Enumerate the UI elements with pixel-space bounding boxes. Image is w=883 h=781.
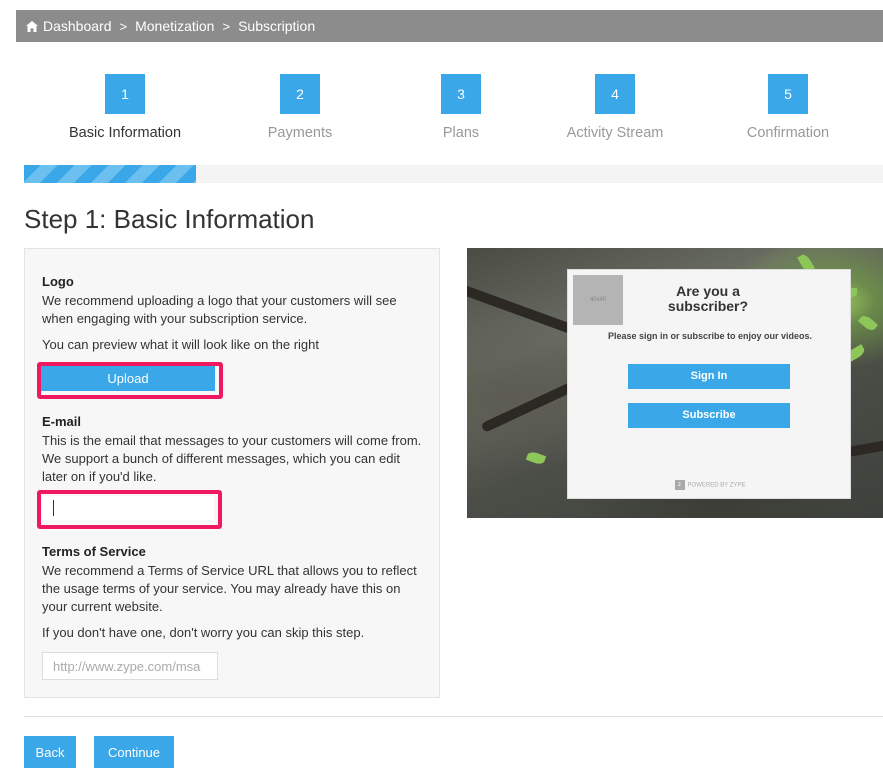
step-number: 5 <box>768 74 808 114</box>
sign-in-button[interactable]: Sign In <box>628 364 790 389</box>
upload-button[interactable]: Upload <box>41 366 215 391</box>
email-input[interactable] <box>42 496 214 520</box>
logo-section: Logo We recommend uploading a logo that … <box>42 274 427 354</box>
powered-by: z POWERED BY ZYPE <box>568 480 852 490</box>
step-1[interactable]: 1 Basic Information <box>45 74 205 141</box>
tos-title: Terms of Service <box>42 544 146 559</box>
breadcrumb-monetization[interactable]: Monetization <box>135 18 214 34</box>
step-number: 3 <box>441 74 481 114</box>
zype-logo-icon: z <box>674 480 685 490</box>
tos-note: If you don't have one, don't worry you c… <box>42 625 365 640</box>
step-2[interactable]: 2 Payments <box>220 74 380 141</box>
back-button[interactable]: Back <box>24 736 76 768</box>
breadcrumb-subscription: Subscription <box>238 18 316 34</box>
step-4[interactable]: 4 Activity Stream <box>535 74 695 141</box>
home-icon[interactable] <box>26 20 38 32</box>
step-label: Payments <box>267 125 333 141</box>
progress-fill <box>24 165 196 183</box>
continue-button[interactable]: Continue <box>94 736 174 768</box>
email-section: E-mail This is the email that messages t… <box>42 414 427 486</box>
modal-subtitle: Please sign in or subscribe to enjoy our… <box>607 331 813 341</box>
tos-section: Terms of Service We recommend a Terms of… <box>42 544 427 642</box>
wizard-steps: 1 Basic Information 2 Payments 3 Plans 4… <box>24 74 883 154</box>
background-leaf <box>525 450 547 466</box>
text-caret <box>53 500 54 516</box>
step-number: 4 <box>595 74 635 114</box>
progress-bar <box>24 165 883 183</box>
modal-title: Are you a subscriber? <box>667 283 749 314</box>
powered-by-text: POWERED BY ZYPE <box>687 482 746 489</box>
login-preview: 40x40 Are you a subscriber? Please sign … <box>467 248 883 518</box>
logo-note: You can preview what it will look like o… <box>42 337 319 352</box>
tos-url-input[interactable] <box>42 652 218 680</box>
logo-description: We recommend uploading a logo that your … <box>42 293 397 326</box>
breadcrumb-dashboard[interactable]: Dashboard <box>43 18 112 34</box>
logo-title: Logo <box>42 274 74 289</box>
basic-info-form: Logo We recommend uploading a logo that … <box>24 248 440 698</box>
breadcrumb-separator: > <box>119 18 128 34</box>
breadcrumb-separator: > <box>222 18 231 34</box>
step-label: Confirmation <box>746 125 830 141</box>
step-3[interactable]: 3 Plans <box>381 74 541 141</box>
tos-description: We recommend a Terms of Service URL that… <box>42 563 417 614</box>
email-description: This is the email that messages to your … <box>42 433 422 484</box>
logo-placeholder: 40x40 <box>573 275 623 325</box>
subscriber-modal: 40x40 Are you a subscriber? Please sign … <box>567 269 851 499</box>
background-leaf <box>857 313 879 333</box>
breadcrumb: Dashboard > Monetization > Subscription <box>16 10 883 42</box>
step-number: 2 <box>280 74 320 114</box>
step-label: Activity Stream <box>566 125 664 141</box>
email-title: E-mail <box>42 414 82 429</box>
divider <box>24 716 883 717</box>
step-number: 1 <box>105 74 145 114</box>
step-label: Plans <box>442 125 480 141</box>
subscribe-button[interactable]: Subscribe <box>628 403 790 428</box>
step-5[interactable]: 5 Confirmation <box>708 74 868 141</box>
step-label: Basic Information <box>68 125 182 141</box>
page-title: Step 1: Basic Information <box>24 204 315 234</box>
